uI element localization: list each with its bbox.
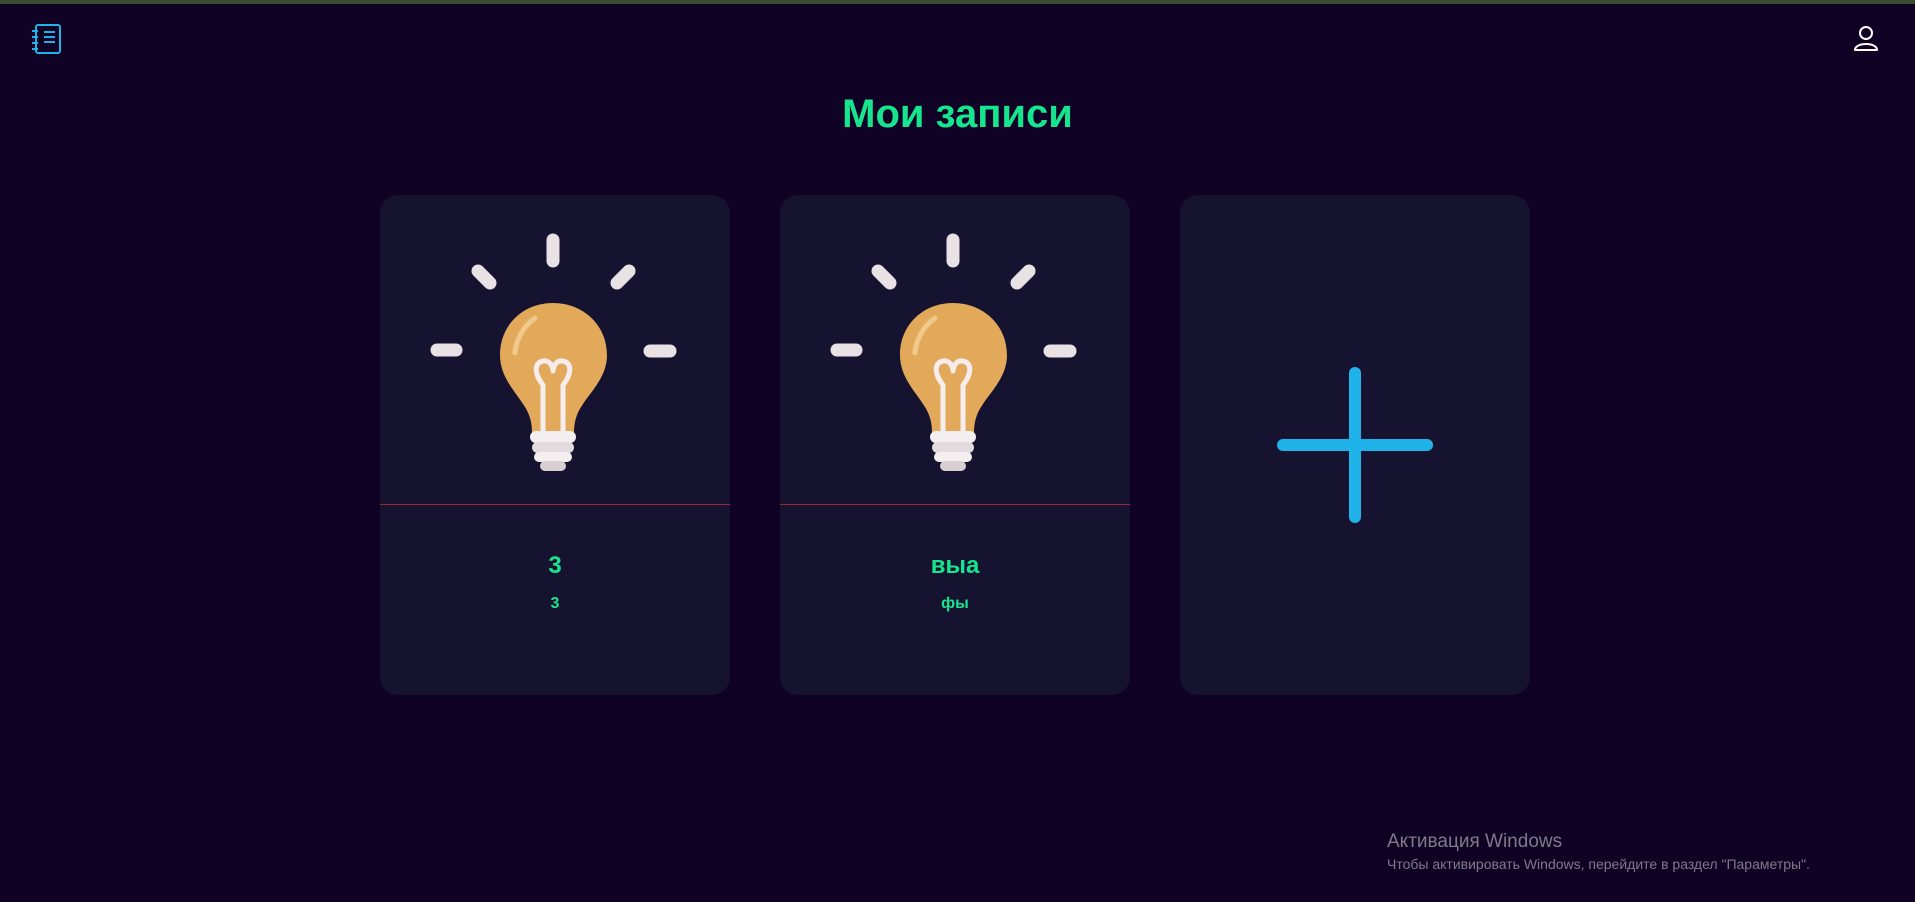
card-divider [780,504,1130,505]
notebook-menu-button[interactable] [30,22,64,56]
card-divider [380,504,730,505]
lightbulb-icon [830,233,1077,471]
note-title: выа [930,552,980,579]
note-card[interactable]: выа фы [780,195,1130,695]
lightbulb-icon [430,233,677,471]
window-top-strip [0,0,1915,4]
plus-icon [1277,367,1433,523]
user-profile-button[interactable] [1852,24,1880,52]
notebook-icon [32,24,61,54]
watermark-text: Чтобы активировать Windows, перейдите в … [1387,856,1810,872]
watermark-title: Активация Windows [1387,831,1563,852]
windows-activation-watermark: Активация Windows Чтобы активировать Win… [1387,830,1810,874]
note-title: 3 [548,552,562,579]
note-text: фы [941,595,969,612]
note-card[interactable]: 3 3 [380,195,730,695]
note-text: 3 [550,595,560,612]
add-note-button[interactable] [1180,195,1530,695]
notes-grid: 3 3 выа фы [380,195,1530,695]
user-icon [1854,26,1878,51]
page-title: Мои записи [842,92,1073,136]
